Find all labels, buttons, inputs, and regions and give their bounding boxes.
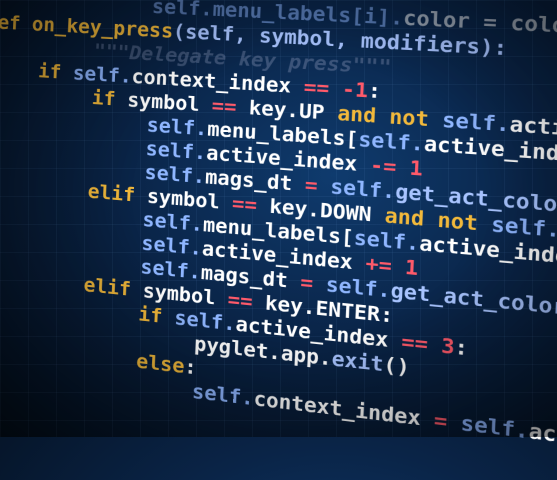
code-token: self.	[144, 161, 206, 189]
code-token: self.	[441, 108, 511, 137]
code-token: if	[37, 59, 74, 85]
code-token: else	[135, 349, 185, 379]
code-token: self.	[146, 113, 208, 141]
code-token: def	[0, 10, 21, 35]
code-token: if	[91, 86, 128, 112]
code-token: :	[367, 79, 382, 104]
code-token: ==	[231, 191, 270, 218]
code-token: :	[453, 335, 469, 361]
code-token: ()	[382, 352, 411, 380]
code-token: :	[183, 355, 198, 380]
code-token: ==	[227, 287, 266, 315]
code-token: self.	[357, 127, 425, 157]
code-token: =	[299, 270, 327, 297]
code-token: == -1	[303, 75, 369, 103]
code-token: += 1	[365, 252, 419, 281]
code-token: elif	[83, 273, 144, 303]
code-token: ==	[211, 94, 250, 120]
code-token: elif	[87, 180, 148, 208]
code-token: self.	[72, 62, 133, 88]
code-token: symbol	[126, 88, 213, 117]
code-token: =	[304, 173, 331, 199]
code-token: -= 1	[369, 153, 424, 182]
code-token: =	[433, 408, 462, 436]
code-token: if	[137, 302, 175, 330]
code-token: self.	[145, 137, 207, 165]
code-token: exit	[331, 347, 385, 377]
code-token: :	[379, 302, 394, 328]
